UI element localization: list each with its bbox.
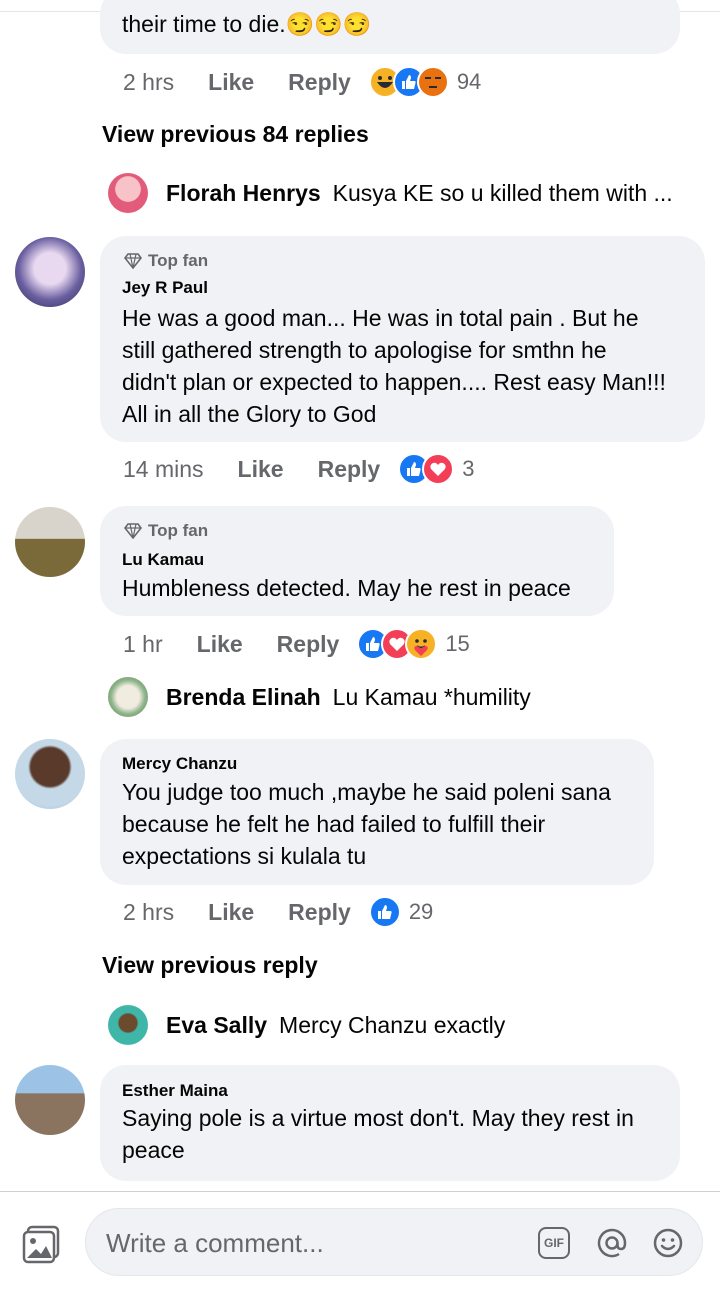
reply-author[interactable]: Brenda Elinah (166, 684, 321, 711)
care-reaction-icon (405, 628, 438, 660)
reply-preview[interactable]: Brenda Elinah Lu Kamau *humility (108, 676, 531, 718)
top-fan-badge: Top fan (124, 520, 208, 542)
reaction-count: 29 (408, 899, 434, 924)
comment-text-line: expectations si kulala tu (122, 843, 367, 869)
like-button[interactable]: Like (208, 899, 254, 926)
reply-button[interactable]: Reply (288, 69, 351, 96)
top-fan-badge: Top fan (124, 250, 208, 272)
mention-icon[interactable] (596, 1227, 628, 1259)
view-previous-reply-link[interactable]: View previous reply (102, 952, 318, 979)
reply-text: Mercy Chanzu exactly (279, 1011, 506, 1038)
like-button[interactable]: Like (208, 69, 254, 96)
comment-time: 1 hr (123, 630, 163, 657)
comment-author[interactable]: Lu Kamau (122, 549, 204, 571)
reply-text: Kusya KE so u killed them with ... (332, 179, 673, 206)
emoji-icon[interactable] (652, 1227, 684, 1259)
gif-label: GIF (544, 1236, 564, 1250)
avatar[interactable] (15, 507, 85, 577)
like-reaction-icon (368, 896, 401, 928)
comment-time: 2 hrs (123, 68, 175, 95)
comment-text-line: didn't plan or expected to happen.... Re… (122, 369, 666, 395)
comment-text-line: still gathered strength to apologise for… (122, 337, 607, 363)
comment-body: Saying pole is a virtue most don't. May … (122, 1102, 634, 1166)
reply-preview[interactable]: Florah Henrys Kusya KE so u killed them … (108, 172, 673, 214)
comment-bubble: Esther Maina Saying pole is a virtue mos… (100, 1065, 680, 1181)
view-previous-replies-link[interactable]: View previous 84 replies (102, 121, 369, 148)
avatar[interactable] (15, 237, 85, 307)
comment-bubble: Mercy Chanzu You judge too much ,maybe h… (100, 739, 654, 885)
reply-preview[interactable]: Eva Sally Mercy Chanzu exactly (108, 1004, 505, 1046)
diamond-icon (124, 523, 142, 539)
like-button[interactable]: Like (197, 631, 243, 658)
comment-author[interactable]: Esther Maina (122, 1080, 228, 1102)
comment-actions: 2 hrs Like Reply 29 (123, 894, 433, 930)
gif-icon[interactable]: GIF (538, 1227, 570, 1259)
avatar[interactable] (15, 739, 85, 809)
top-fan-label: Top fan (148, 521, 209, 540)
comment-bubble: Top fan Jey R Paul He was a good man... … (100, 236, 705, 442)
diamond-icon (124, 253, 142, 269)
comment-body: He was a good man... He was in total pai… (122, 302, 666, 430)
comment-actions: 14 mins Like Reply 3 (123, 451, 474, 487)
comment-bubble: Top fan Lu Kamau Humbleness detected. Ma… (100, 506, 614, 616)
comment-composer-bar: GIF (0, 1191, 720, 1292)
reply-button[interactable]: Reply (277, 631, 340, 658)
avatar[interactable] (108, 677, 148, 717)
reply-button[interactable]: Reply (318, 456, 381, 483)
reply-button[interactable]: Reply (288, 899, 351, 926)
reply-author[interactable]: Florah Henrys (166, 180, 321, 207)
reaction-count: 3 (462, 456, 475, 481)
avatar[interactable] (15, 1065, 85, 1135)
comment-author[interactable]: Jey R Paul (122, 277, 208, 299)
comment-actions: 2 hrs Like Reply 94 (123, 64, 481, 100)
like-button[interactable]: Like (238, 456, 284, 483)
comment-body: You judge too much ,maybe he said poleni… (122, 776, 611, 872)
comment-text-line: Saying pole is a virtue most don't. May … (122, 1105, 634, 1131)
comment-text-line: Humbleness detected. May he rest in peac… (122, 575, 571, 601)
reactions[interactable]: 29 (368, 896, 434, 928)
top-fan-label: Top fan (148, 251, 209, 270)
comment-input-container[interactable]: GIF (85, 1208, 703, 1277)
comment-input[interactable] (104, 1209, 528, 1277)
comment-text: their time to die.😏😏😏 (122, 11, 372, 37)
reactions[interactable]: 15 (357, 628, 470, 660)
love-reaction-icon (422, 453, 455, 485)
angry-reaction-icon (416, 66, 449, 98)
avatar[interactable] (108, 173, 148, 213)
reactions[interactable]: 94 (368, 66, 482, 98)
reactions[interactable]: 3 (398, 453, 474, 485)
comment-text-line: He was a good man... He was in total pai… (122, 305, 639, 331)
comment-text-line: peace (122, 1137, 185, 1163)
comment-text-line: because he felt he had failed to fulfill… (122, 811, 546, 837)
reaction-count: 94 (456, 69, 482, 94)
comment-actions: 1 hr Like Reply 15 (123, 626, 470, 662)
comment-text-line: All in all the Glory to God (122, 401, 377, 427)
comment-author[interactable]: Mercy Chanzu (122, 753, 237, 775)
comment-time: 2 hrs (123, 898, 175, 925)
comment-bubble: their time to die.😏😏😏 (100, 0, 680, 54)
comment-time: 14 mins (123, 455, 204, 482)
comment-text-line: You judge too much ,maybe he said poleni… (122, 779, 611, 805)
reaction-count: 15 (445, 631, 470, 656)
avatar[interactable] (108, 1005, 148, 1045)
reply-author[interactable]: Eva Sally (166, 1012, 267, 1039)
photo-icon[interactable] (22, 1224, 62, 1264)
reply-text: Lu Kamau *humility (332, 683, 531, 710)
